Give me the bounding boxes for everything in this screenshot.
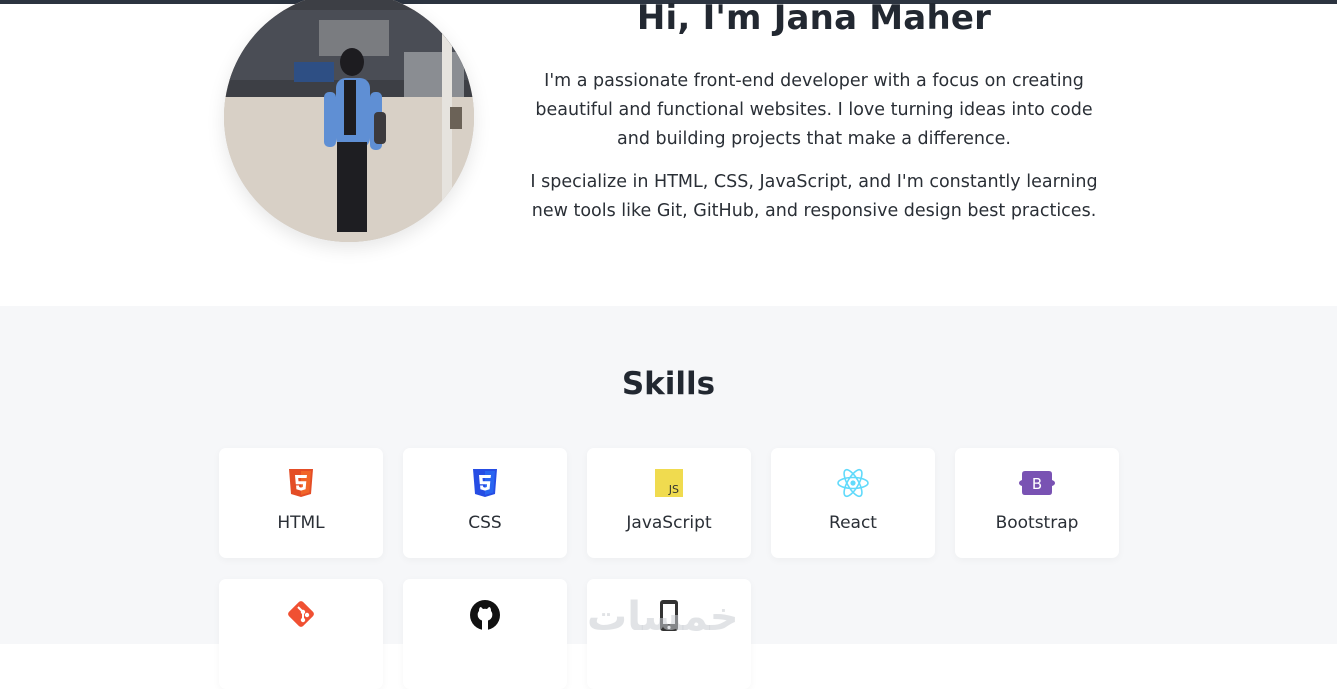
skill-card-react: React <box>771 448 935 558</box>
javascript-icon: JS <box>655 468 683 498</box>
skill-card-bootstrap: B Bootstrap <box>955 448 1119 558</box>
skill-card-html: HTML <box>219 448 383 558</box>
skill-label: JavaScript <box>626 513 712 533</box>
react-icon <box>837 468 869 498</box>
skill-card-css: CSS <box>403 448 567 558</box>
css3-icon <box>471 468 499 498</box>
about-paragraph-1: I'm a passionate front-end developer wit… <box>535 71 1093 149</box>
skill-card-github <box>403 579 567 689</box>
svg-text:B: B <box>1032 475 1042 493</box>
about-paragraph-2: I specialize in HTML, CSS, JavaScript, a… <box>530 172 1098 221</box>
html5-icon <box>287 468 315 498</box>
git-icon <box>287 599 315 629</box>
skill-card-javascript: JS JavaScript <box>587 448 751 558</box>
about-section: Hi, I'm Jana Maher I'm a passionate fron… <box>0 0 1337 306</box>
svg-text:JS: JS <box>668 483 679 496</box>
hero-title: Hi, I'm Jana Maher <box>636 0 992 38</box>
skill-label: CSS <box>468 513 502 533</box>
skills-section: Skills HTML CSS JS JavaScript React B Bo… <box>0 306 1337 689</box>
skill-label: HTML <box>277 513 325 533</box>
bootstrap-icon: B <box>1019 468 1055 498</box>
skill-label: Bootstrap <box>995 513 1079 533</box>
skill-label: React <box>829 513 877 533</box>
profile-avatar <box>224 0 474 242</box>
skills-title: Skills <box>621 366 716 402</box>
skill-card-git <box>219 579 383 689</box>
github-icon <box>470 599 500 630</box>
watermark: خمسات <box>587 594 739 640</box>
